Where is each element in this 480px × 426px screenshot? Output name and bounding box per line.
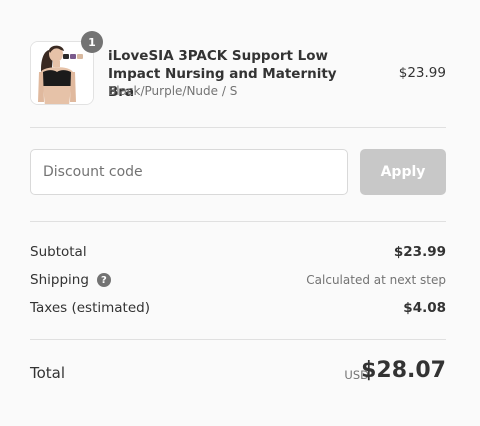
taxes-label: Taxes (estimated)	[30, 300, 150, 316]
divider	[30, 221, 446, 222]
line-item: 1 iLoveSIA 3PACK Support Low Impact Nurs…	[30, 31, 446, 105]
subtotal-label: Subtotal	[30, 244, 87, 260]
shipping-label-group: Shipping ?	[30, 272, 111, 288]
divider	[30, 339, 446, 340]
shipping-row: Shipping ? Calculated at next step	[30, 272, 446, 292]
quantity-badge: 1	[81, 31, 103, 53]
subtotal-value: $23.99	[393, 244, 446, 260]
subtotal-row: Subtotal $23.99	[30, 244, 446, 264]
total-amount: $28.07	[361, 358, 446, 383]
taxes-value: $4.08	[403, 300, 446, 316]
help-icon[interactable]: ?	[96, 273, 111, 287]
divider	[30, 127, 446, 128]
shipping-value: Calculated at next step	[306, 273, 446, 287]
shipping-label: Shipping	[30, 272, 89, 288]
taxes-row: Taxes (estimated) $4.08	[30, 300, 446, 320]
total-row: Total USD $28.07	[30, 358, 446, 390]
product-image	[31, 42, 93, 104]
apply-discount-button[interactable]: Apply	[360, 149, 446, 195]
product-variant: Black/Purple/Nude / S	[108, 84, 238, 98]
discount-code-input[interactable]	[30, 149, 348, 195]
total-label: Total	[30, 364, 66, 382]
product-price: $23.99	[398, 65, 446, 81]
